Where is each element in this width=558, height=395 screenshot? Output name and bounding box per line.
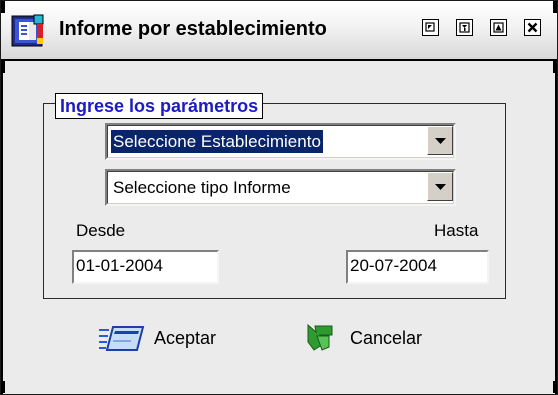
resize-handle-mid-left[interactable] (1, 61, 5, 73)
title-bar[interactable]: Informe por establecimiento (1, 1, 557, 61)
close-button[interactable] (524, 19, 541, 36)
resize-handle-top-right[interactable] (553, 1, 557, 13)
cancel-button[interactable]: Cancelar (305, 321, 445, 357)
resize-handle-bottom-right[interactable] (553, 381, 557, 393)
resize-handle-bottom-left[interactable] (1, 381, 5, 393)
accept-button-label: Aceptar (154, 328, 217, 348)
window-title: Informe por establecimiento (59, 18, 327, 40)
restore-icon (425, 22, 435, 32)
green-arrow-cancel-icon (307, 323, 333, 351)
desde-label: Desde (76, 221, 126, 240)
resize-handle-top-left[interactable] (1, 1, 5, 13)
tipo-informe-dropdown-button[interactable] (427, 172, 453, 201)
close-icon (527, 22, 538, 33)
report-window: Informe por establecimiento Ingrese los … (0, 0, 558, 395)
resize-handle-mid-right[interactable] (553, 61, 557, 73)
restore-button[interactable] (422, 19, 439, 36)
establecimiento-dropdown-button[interactable] (427, 126, 453, 155)
chevron-down-icon (435, 184, 446, 190)
card-accept-icon (99, 326, 145, 351)
establecimiento-select-value: Seleccione Establecimiento (110, 129, 324, 154)
hasta-date-field[interactable]: 20-07-2004 (346, 250, 489, 284)
parameters-group-title: Ingrese los parámetros (55, 93, 264, 119)
hasta-label: Hasta (434, 221, 479, 240)
maximize-icon (493, 22, 504, 33)
report-book-icon (11, 14, 44, 47)
cancel-button-label: Cancelar (350, 328, 423, 348)
maximize-button[interactable] (490, 19, 507, 36)
filter-icon (459, 22, 470, 33)
filter-button[interactable] (456, 19, 473, 36)
establecimiento-select[interactable]: Seleccione Establecimiento (105, 123, 456, 160)
tipo-informe-select-value: Seleccione tipo Informe (113, 178, 291, 197)
tipo-informe-select[interactable]: Seleccione tipo Informe (105, 169, 456, 206)
chevron-down-icon (435, 138, 446, 144)
accept-button[interactable]: Aceptar (99, 321, 239, 357)
desde-date-field[interactable]: 01-01-2004 (72, 250, 219, 284)
